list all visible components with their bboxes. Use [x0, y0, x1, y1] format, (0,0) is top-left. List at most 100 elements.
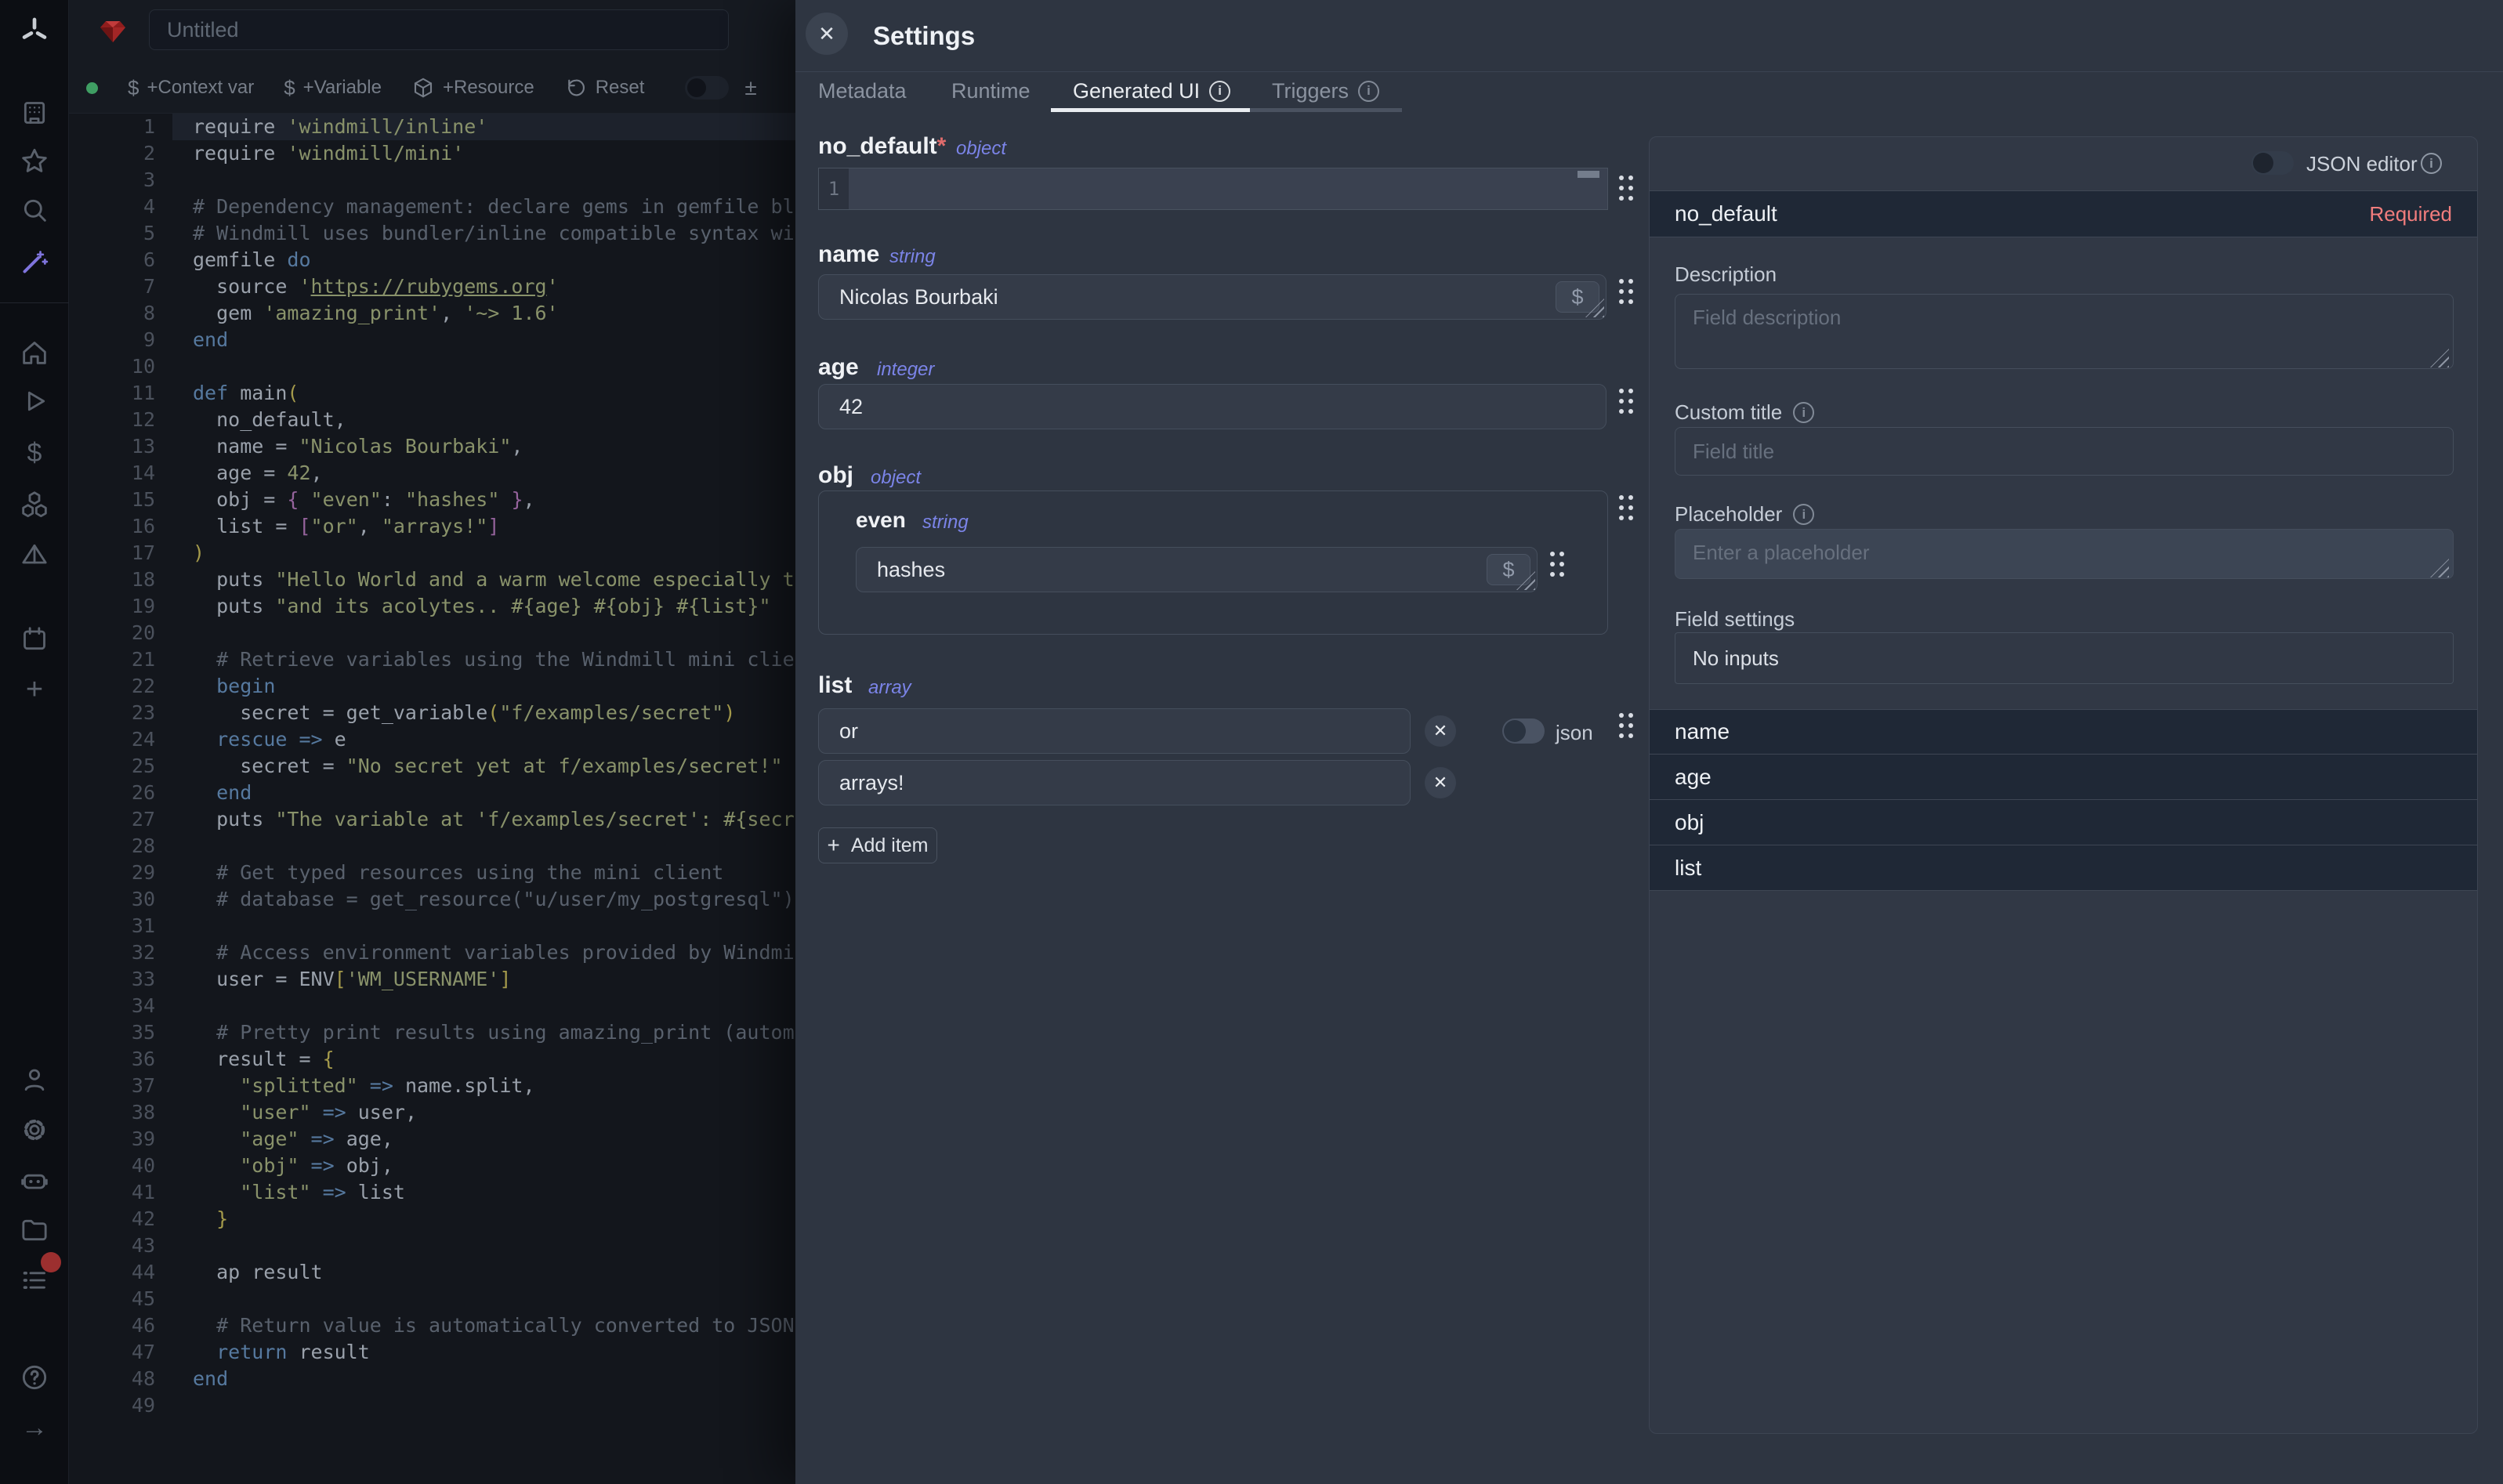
description-input[interactable] — [1675, 294, 2454, 369]
code-line[interactable]: 34 — [69, 993, 795, 1019]
schedules-prism-icon[interactable] — [0, 533, 69, 577]
even-input[interactable]: hashes $ — [856, 547, 1538, 592]
home-icon[interactable] — [0, 331, 69, 375]
code-line[interactable]: 27 puts "The variable at 'f/examples/sec… — [69, 806, 795, 833]
code-line[interactable]: 31 — [69, 913, 795, 939]
mini-scrollbar[interactable] — [1578, 171, 1599, 178]
resources-cubes-icon[interactable] — [0, 483, 69, 527]
user-icon[interactable] — [0, 1058, 69, 1102]
json-editor-toggle[interactable] — [2251, 151, 2294, 175]
code-line[interactable]: 14 age = 42, — [69, 460, 795, 487]
field-row-list[interactable]: list — [1650, 845, 2477, 891]
folders-icon[interactable] — [0, 1208, 69, 1252]
field-row-age[interactable]: age — [1650, 755, 2477, 800]
code-line[interactable]: 46 # Return value is automatically conve… — [69, 1312, 795, 1339]
drag-handle[interactable] — [1619, 176, 1633, 201]
remove-item-icon[interactable]: ✕ — [1425, 767, 1456, 798]
code-line[interactable]: 33 user = ENV['WM_USERNAME'] — [69, 966, 795, 993]
list-item-input[interactable]: or — [818, 708, 1411, 754]
tab-runtime[interactable]: Runtime — [951, 72, 1031, 110]
code-line[interactable]: 25 secret = "No secret yet at f/examples… — [69, 753, 795, 780]
remove-item-icon[interactable]: ✕ — [1425, 715, 1456, 747]
code-line[interactable]: 13 name = "Nicolas Bourbaki", — [69, 433, 795, 460]
code-line[interactable]: 26 end — [69, 780, 795, 806]
code-line[interactable]: 32 # Access environment variables provid… — [69, 939, 795, 966]
add-item-button[interactable]: + Add item — [818, 827, 937, 863]
drag-handle[interactable] — [1619, 279, 1633, 305]
code-line[interactable]: 22 begin — [69, 673, 795, 700]
code-line[interactable]: 42 } — [69, 1206, 795, 1232]
ai-wand-icon[interactable] — [0, 240, 69, 284]
info-icon[interactable] — [1358, 81, 1379, 102]
code-line[interactable]: 30 # database = get_resource("u/user/my_… — [69, 886, 795, 913]
code-line[interactable]: 7 source 'https://rubygems.org' — [69, 273, 795, 300]
code-line[interactable]: 10 — [69, 353, 795, 380]
code-line[interactable]: 8 gem 'amazing_print', '~> 1.6' — [69, 300, 795, 327]
drag-handle[interactable] — [1550, 552, 1564, 577]
field-row-name[interactable]: name — [1650, 709, 2477, 755]
collapse-arrow-icon[interactable]: → — [0, 1406, 69, 1450]
code-line[interactable]: 45 — [69, 1286, 795, 1312]
code-content[interactable]: 1require 'windmill/inline'2require 'wind… — [69, 114, 795, 1484]
tab-metadata[interactable]: Metadata — [818, 72, 907, 110]
code-line[interactable]: 24 rescue => e — [69, 726, 795, 753]
code-line[interactable]: 47 return result — [69, 1339, 795, 1366]
code-line[interactable]: 1require 'windmill/inline' — [69, 114, 795, 140]
code-line[interactable]: 23 secret = get_variable("f/examples/sec… — [69, 700, 795, 726]
code-line[interactable]: 12 no_default, — [69, 407, 795, 433]
reset-button[interactable]: Reset — [564, 76, 645, 100]
code-line[interactable]: 18 puts "Hello World and a warm welcome … — [69, 566, 795, 593]
code-line[interactable]: 4# Dependency management: declare gems i… — [69, 194, 795, 220]
editor-mode-toggle[interactable] — [685, 76, 729, 100]
code-line[interactable]: 43 — [69, 1232, 795, 1259]
add-variable-button[interactable]: $ +Variable — [284, 76, 382, 100]
workers-robot-icon[interactable] — [0, 1158, 69, 1202]
code-line[interactable]: 36 result = { — [69, 1046, 795, 1073]
placeholder-input[interactable] — [1675, 529, 2454, 579]
code-line[interactable]: 21 # Retrieve variables using the Windmi… — [69, 646, 795, 673]
workspace-icon[interactable] — [0, 91, 69, 135]
no-default-json-input[interactable]: 1 — [818, 168, 1608, 210]
code-line[interactable]: 49 — [69, 1392, 795, 1419]
tab-generated-ui[interactable]: Generated UI — [1073, 72, 1230, 110]
code-line[interactable]: 48end — [69, 1366, 795, 1392]
favorites-star-icon[interactable] — [0, 139, 69, 183]
code-line[interactable]: 28 — [69, 833, 795, 860]
help-icon[interactable] — [0, 1356, 69, 1399]
settings-gear-icon[interactable] — [0, 1108, 69, 1152]
code-line[interactable]: 35 # Pretty print results using amazing_… — [69, 1019, 795, 1046]
code-line[interactable]: 9end — [69, 327, 795, 353]
json-toggle[interactable] — [1502, 718, 1545, 744]
selected-field-row[interactable]: no_default Required — [1650, 190, 2477, 237]
variables-dollar-icon[interactable]: $ — [0, 431, 69, 475]
code-line[interactable]: 41 "list" => list — [69, 1179, 795, 1206]
code-line[interactable]: 38 "user" => user, — [69, 1099, 795, 1126]
info-icon[interactable] — [2421, 153, 2442, 174]
add-plus-icon[interactable]: + — [0, 668, 69, 711]
info-icon[interactable] — [1209, 81, 1230, 102]
insert-variable-button[interactable]: $ — [1487, 554, 1530, 585]
code-line[interactable]: 37 "splitted" => name.split, — [69, 1073, 795, 1099]
info-icon[interactable] — [1793, 402, 1814, 423]
code-line[interactable]: 29 # Get typed resources using the mini … — [69, 860, 795, 886]
drag-handle[interactable] — [1619, 389, 1633, 414]
script-title-input[interactable]: Untitled — [149, 9, 729, 50]
calendar-icon[interactable] — [0, 617, 69, 661]
code-line[interactable]: 44 ap result — [69, 1259, 795, 1286]
code-line[interactable]: 3 — [69, 167, 795, 194]
code-line[interactable]: 19 puts "and its acolytes.. #{age} #{obj… — [69, 593, 795, 620]
runs-play-icon[interactable] — [0, 379, 69, 423]
code-line[interactable]: 40 "obj" => obj, — [69, 1153, 795, 1179]
code-line[interactable]: 2require 'windmill/mini' — [69, 140, 795, 167]
insert-variable-button[interactable]: $ — [1556, 281, 1599, 313]
drag-handle[interactable] — [1619, 713, 1633, 739]
age-input[interactable]: 42 — [818, 384, 1606, 429]
close-icon[interactable]: ✕ — [806, 13, 848, 55]
info-icon[interactable] — [1793, 504, 1814, 525]
list-item-input[interactable]: arrays! — [818, 760, 1411, 805]
code-line[interactable]: 39 "age" => age, — [69, 1126, 795, 1153]
drag-handle[interactable] — [1619, 495, 1633, 521]
name-input[interactable]: Nicolas Bourbaki $ — [818, 274, 1606, 320]
windmill-logo-icon[interactable] — [0, 9, 69, 53]
code-line[interactable]: 6gemfile do — [69, 247, 795, 273]
